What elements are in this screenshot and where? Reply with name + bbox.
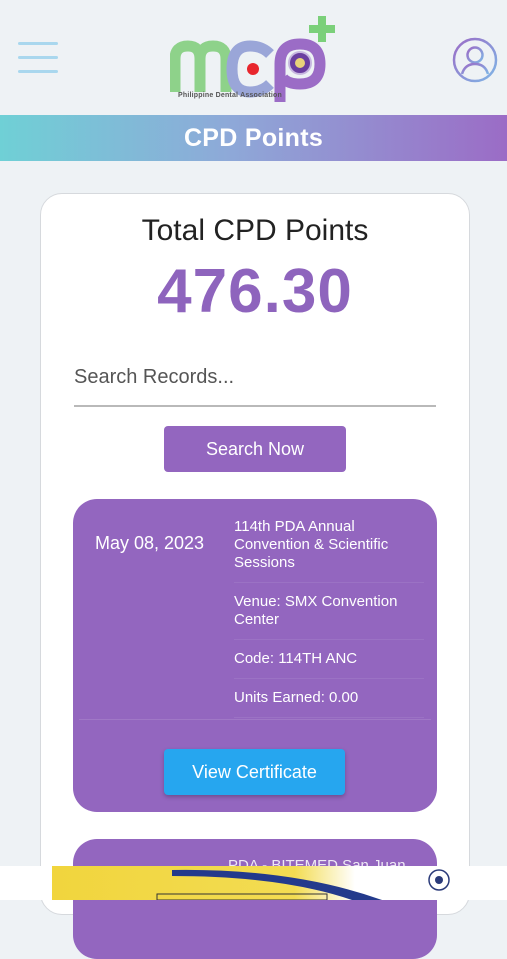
ad-banner-margin (456, 866, 507, 900)
total-points-label: Total CPD Points (141, 214, 369, 247)
record-details: 114th PDA Annual Convention & Scientific… (234, 516, 424, 726)
user-profile-icon[interactable] (452, 37, 498, 83)
app-logo (170, 16, 335, 102)
ad-banner-margin (0, 866, 52, 900)
record-title: 114th PDA Annual Convention & Scientific… (234, 516, 424, 583)
ad-banner[interactable] (52, 866, 456, 900)
search-now-button[interactable]: Search Now (164, 426, 346, 472)
record-venue: Venue: SMX Convention Center (234, 591, 424, 640)
page-title-bar: CPD Points (0, 115, 507, 161)
app-header: Philippine Dental Association (0, 0, 507, 115)
page-title: CPD Points (183, 123, 324, 152)
record-units: Units Earned: 0.00 (234, 687, 424, 718)
hamburger-menu-icon[interactable] (18, 42, 58, 73)
search-input[interactable] (74, 349, 436, 407)
cpd-points-card: Total CPD Points 476.30 Search Now May 0… (40, 193, 470, 959)
total-points-value: 476.30 (157, 257, 353, 326)
record-divider (79, 719, 431, 720)
ad-graphic (156, 869, 450, 900)
record-date: May 08, 2023 (95, 533, 205, 553)
cpd-record-card: May 08, 2023 114th PDA Annual Convention… (73, 499, 437, 812)
record-code: Code: 114TH ANC (234, 648, 424, 679)
logo-tagline: Philippine Dental Association (178, 92, 282, 99)
view-certificate-button[interactable]: View Certificate (164, 749, 345, 795)
